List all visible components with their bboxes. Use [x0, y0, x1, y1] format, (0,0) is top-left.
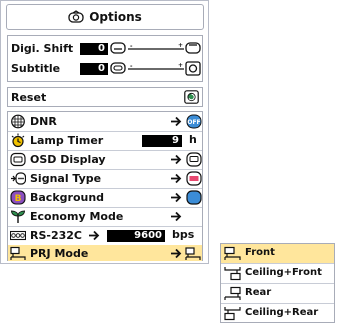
- signal-type-icon: [11, 172, 26, 185]
- lamp-timer-label: Lamp Timer: [30, 134, 104, 147]
- reset-label: Reset: [11, 91, 47, 104]
- ceiling-rear-icon: [224, 307, 241, 321]
- menu-item-rs232c[interactable]: RS-232C 9600 bps: [8, 227, 202, 244]
- leaf-icon: [11, 210, 25, 223]
- svg-text:+: +: [178, 62, 183, 69]
- background-label: Background: [30, 191, 105, 204]
- svg-text:+: +: [178, 42, 183, 49]
- background-icon: B: [10, 190, 26, 205]
- rs232c-arrow-icon: [89, 230, 100, 241]
- subtitle-value: 0: [80, 63, 108, 75]
- rs232c-value: 9600: [107, 230, 165, 242]
- front-label: Front: [245, 247, 275, 258]
- submenu-item-rear[interactable]: Rear: [221, 284, 334, 303]
- adjust-panel: Digi. Shift 0 - + Subtitle 0 - +: [7, 35, 203, 82]
- osd-display-submenu-arrow-icon: [171, 152, 202, 167]
- submenu-item-front[interactable]: Front: [221, 244, 334, 263]
- prj-mode-submenu: Front Ceiling+Front Rear Ceiling+Rear: [220, 243, 335, 323]
- menu-item-dnr[interactable]: DNR OFF: [8, 113, 202, 130]
- menu-item-osd-display[interactable]: OSD Display: [8, 151, 202, 168]
- reset-panel: Reset: [7, 87, 203, 107]
- options-list: DNR OFF Lamp Timer 9 h OSD Display Signa…: [7, 111, 203, 261]
- signal-type-label: Signal Type: [30, 172, 102, 185]
- rs232c-unit: bps: [172, 228, 195, 241]
- menu-title: Options: [89, 10, 142, 24]
- front-icon: [224, 246, 241, 260]
- ceiling-rear-label: Ceiling+Rear: [245, 307, 319, 318]
- economy-mode-submenu-arrow-icon: [171, 211, 182, 222]
- osd-display-label: OSD Display: [30, 153, 106, 166]
- menu-item-signal-type[interactable]: Signal Type: [8, 170, 202, 187]
- rear-label: Rear: [245, 287, 272, 298]
- ceiling-front-label: Ceiling+Front: [245, 267, 322, 278]
- subtitle-label: Subtitle: [11, 62, 61, 75]
- menu-item-background[interactable]: B Background: [8, 189, 202, 206]
- submenu-item-ceiling-front[interactable]: Ceiling+Front: [221, 264, 334, 283]
- rs232c-label: RS-232C: [30, 229, 82, 242]
- menu-item-prj-mode[interactable]: PRJ Mode: [8, 245, 202, 261]
- dnr-label: DNR: [30, 115, 57, 128]
- svg-text:B: B: [15, 194, 22, 204]
- dnr-submenu-arrow-icon: OFF: [171, 114, 202, 129]
- digi-shift-label: Digi. Shift: [11, 42, 74, 55]
- lamp-timer-icon: [11, 133, 25, 148]
- ceiling-front-icon: [224, 267, 241, 281]
- reset-icon[interactable]: [184, 90, 199, 104]
- digi-shift-value: 0: [80, 43, 108, 55]
- lamp-timer-value: 9: [142, 135, 182, 147]
- prj-mode-front-icon: [10, 246, 26, 260]
- economy-mode-label: Economy Mode: [30, 210, 124, 223]
- menu-item-lamp-timer: Lamp Timer 9 h: [8, 132, 202, 149]
- background-submenu-arrow-icon: [171, 190, 202, 205]
- submenu-item-ceiling-rear[interactable]: Ceiling+Rear: [221, 304, 334, 323]
- options-menu: Options Digi. Shift 0 - + Subtitle 0 - +…: [0, 0, 209, 264]
- dnr-icon: [11, 114, 25, 129]
- svg-text:OFF: OFF: [187, 119, 200, 126]
- menu-title-bar: Options: [6, 4, 204, 30]
- prj-mode-submenu-arrow-icon: [171, 247, 201, 260]
- rs232c-icon: [10, 230, 26, 241]
- prj-mode-label: PRJ Mode: [30, 247, 89, 260]
- subtitle-slider[interactable]: - +: [110, 61, 202, 76]
- options-icon: [68, 10, 84, 23]
- signal-type-submenu-arrow-icon: [171, 171, 202, 186]
- menu-item-economy-mode[interactable]: Economy Mode: [8, 208, 202, 225]
- lamp-timer-unit: h: [189, 133, 197, 146]
- rear-icon: [224, 286, 241, 300]
- digi-shift-row[interactable]: Digi. Shift 0 - +: [8, 40, 202, 57]
- osd-display-icon: [10, 152, 26, 167]
- reset-row[interactable]: Reset: [8, 89, 202, 106]
- subtitle-row[interactable]: Subtitle 0 - +: [8, 60, 202, 77]
- digi-shift-slider[interactable]: - +: [110, 41, 202, 56]
